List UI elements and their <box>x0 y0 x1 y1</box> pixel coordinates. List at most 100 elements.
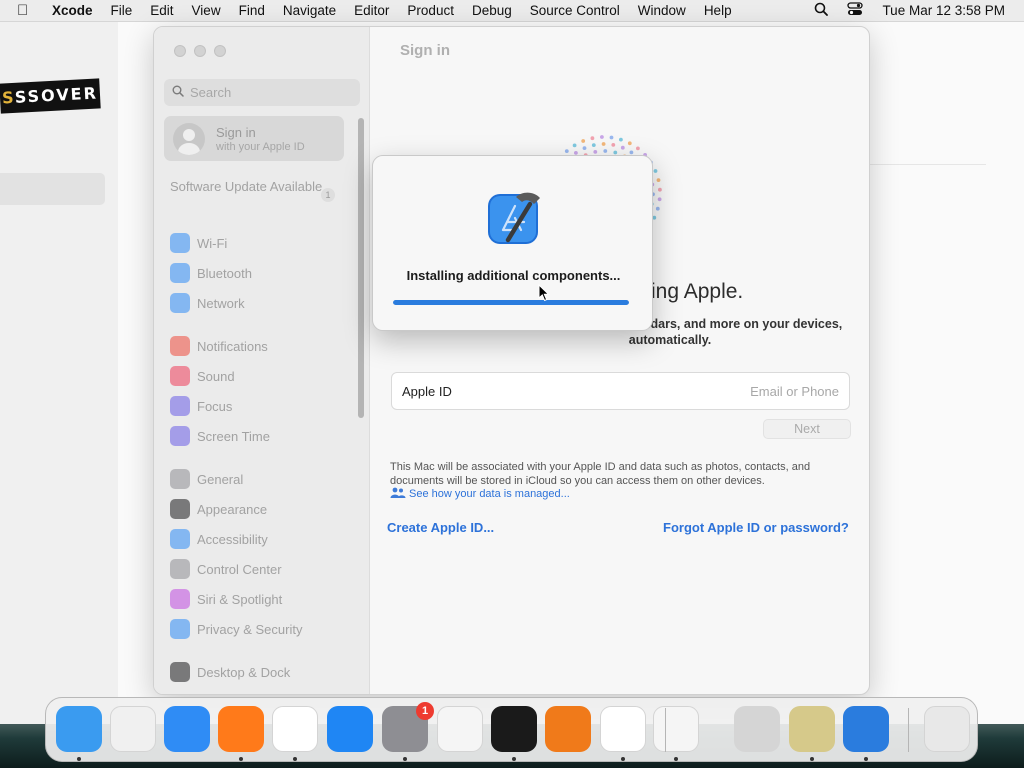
people-icon <box>390 487 406 501</box>
menu-window[interactable]: Window <box>629 3 695 18</box>
background-divider <box>870 164 986 165</box>
background-selected-row <box>0 173 105 205</box>
menu-view[interactable]: View <box>183 3 230 18</box>
xcode-icon[interactable] <box>843 706 889 752</box>
sidebar-item-sign-in[interactable]: Sign in with your Apple ID <box>164 116 344 161</box>
vscode-icon[interactable] <box>600 706 646 752</box>
menu-product[interactable]: Product <box>398 3 463 18</box>
chrome-icon[interactable] <box>272 706 318 752</box>
sidebar-item-label: Privacy & Security <box>197 621 303 637</box>
zoom-window-button[interactable] <box>214 45 226 57</box>
running-indicator <box>239 757 243 761</box>
menu-navigate[interactable]: Navigate <box>274 3 345 18</box>
sidebar-item-bluetooth[interactable]: Bluetooth <box>170 258 252 288</box>
privacy-notice: This Mac will be associated with your Ap… <box>390 461 811 487</box>
data-management-link[interactable]: See how your data is managed... <box>390 487 570 501</box>
sidebar-item-network[interactable]: Network <box>170 288 252 318</box>
sidebar-group-network: Wi-Fi Bluetooth Network <box>170 228 252 318</box>
textedit-icon[interactable] <box>437 706 483 752</box>
apple-id-field[interactable]: Apple ID <box>391 372 850 410</box>
menu-source-control[interactable]: Source Control <box>521 3 629 18</box>
running-indicator <box>293 757 297 761</box>
trash-icon[interactable] <box>924 706 970 752</box>
moon-icon <box>170 396 190 416</box>
sidebar-item-wi-fi[interactable]: Wi-Fi <box>170 228 252 258</box>
minimize-window-button[interactable] <box>194 45 206 57</box>
sidebar-item-siri-spotlight[interactable]: Siri & Spotlight <box>170 584 302 614</box>
safari-icon[interactable] <box>164 706 210 752</box>
menu-file[interactable]: File <box>102 3 142 18</box>
menu-edit[interactable]: Edit <box>141 3 182 18</box>
graphic-dot <box>603 149 608 153</box>
install-progress-fill <box>393 300 629 305</box>
sidebar-item-desktop-dock[interactable]: Desktop & Dock <box>170 657 290 687</box>
running-indicator <box>674 757 678 761</box>
menu-debug[interactable]: Debug <box>463 3 521 18</box>
sidebar-item-label: Siri & Spotlight <box>197 591 283 607</box>
launchpad-icon[interactable] <box>110 706 156 752</box>
garageband-icon[interactable] <box>545 706 591 752</box>
spotlight-search-icon[interactable] <box>811 2 831 19</box>
control-center-icon <box>170 559 190 579</box>
graphic-dot <box>657 197 662 202</box>
wifi-icon <box>170 233 190 253</box>
sidebar-item-label: Desktop & Dock <box>197 664 291 680</box>
sidebar-item-software-update[interactable]: Software Update Available <box>170 179 345 195</box>
sidebar-item-notifications[interactable]: Notifications <box>170 331 270 361</box>
app-store-icon[interactable] <box>327 706 373 752</box>
control-center-menu-icon[interactable] <box>845 2 865 19</box>
menu-find[interactable]: Find <box>230 3 274 18</box>
apple-menu-icon[interactable]:  <box>17 2 43 19</box>
graphic-dot <box>591 143 596 147</box>
graphic-dot <box>611 143 616 147</box>
sidebar-item-label: Appearance <box>197 501 268 517</box>
menu-app-name[interactable]: Xcode <box>43 3 102 18</box>
crossover-icon[interactable] <box>653 706 699 752</box>
calculator-icon[interactable] <box>734 706 780 752</box>
sidebar-item-appearance[interactable]: Appearance <box>170 494 302 524</box>
next-button[interactable]: Next <box>763 419 851 439</box>
sidebar-scrollbar[interactable] <box>358 118 364 418</box>
bluetooth-icon <box>170 263 190 283</box>
graphic-dot <box>656 178 661 182</box>
firefox-icon[interactable] <box>218 706 264 752</box>
create-apple-id-link[interactable]: Create Apple ID... <box>387 520 494 535</box>
sidebar-item-general[interactable]: General <box>170 464 302 494</box>
apple-id-input[interactable] <box>639 383 839 399</box>
sidebar-item-accessibility[interactable]: Accessibility <box>170 524 302 554</box>
dock: 1 <box>45 697 978 762</box>
settings-search-input[interactable]: Search <box>164 79 360 106</box>
terminal-icon[interactable] <box>491 706 537 752</box>
graphic-dot <box>609 135 614 140</box>
sidebar-item-privacy-security[interactable]: Privacy & Security <box>170 614 302 644</box>
sidebar-item-sound[interactable]: Sound <box>170 361 270 391</box>
hand-icon <box>170 619 190 639</box>
install-components-dialog: Installing additional components... <box>372 155 653 331</box>
sidebar-item-control-center[interactable]: Control Center <box>170 554 302 584</box>
crossover-logo: SSSOVER <box>0 78 101 114</box>
menu-editor[interactable]: Editor <box>345 3 398 18</box>
globe-icon <box>170 293 190 313</box>
xcode-icon <box>488 192 540 244</box>
sidebar-item-focus[interactable]: Focus <box>170 391 270 421</box>
wine-app-icon[interactable] <box>789 706 835 752</box>
siri-icon <box>170 589 190 609</box>
sidebar-item-label: Sound <box>197 368 235 384</box>
forgot-apple-id-link[interactable]: Forgot Apple ID or password? <box>663 520 849 535</box>
notification-badge: 1 <box>416 702 434 720</box>
menu-clock[interactable]: Tue Mar 12 3:58 PM <box>882 3 1005 18</box>
sidebar-group-general: General Appearance Accessibility Control Ce… <box>170 464 302 644</box>
close-window-button[interactable] <box>174 45 186 57</box>
graphic-dot <box>572 143 577 148</box>
menu-help[interactable]: Help <box>695 3 741 18</box>
graphic-dot <box>600 135 604 139</box>
sidebar-item-screen-time[interactable]: Screen Time <box>170 421 270 451</box>
gear-icon <box>170 469 190 489</box>
graphic-dot <box>564 149 569 153</box>
running-indicator <box>864 757 868 761</box>
graphic-dot <box>629 150 634 155</box>
finder-icon[interactable] <box>56 706 102 752</box>
sidebar-item-label: Notifications <box>197 338 268 354</box>
graphic-dot <box>619 137 623 142</box>
mouse-cursor <box>538 284 550 302</box>
